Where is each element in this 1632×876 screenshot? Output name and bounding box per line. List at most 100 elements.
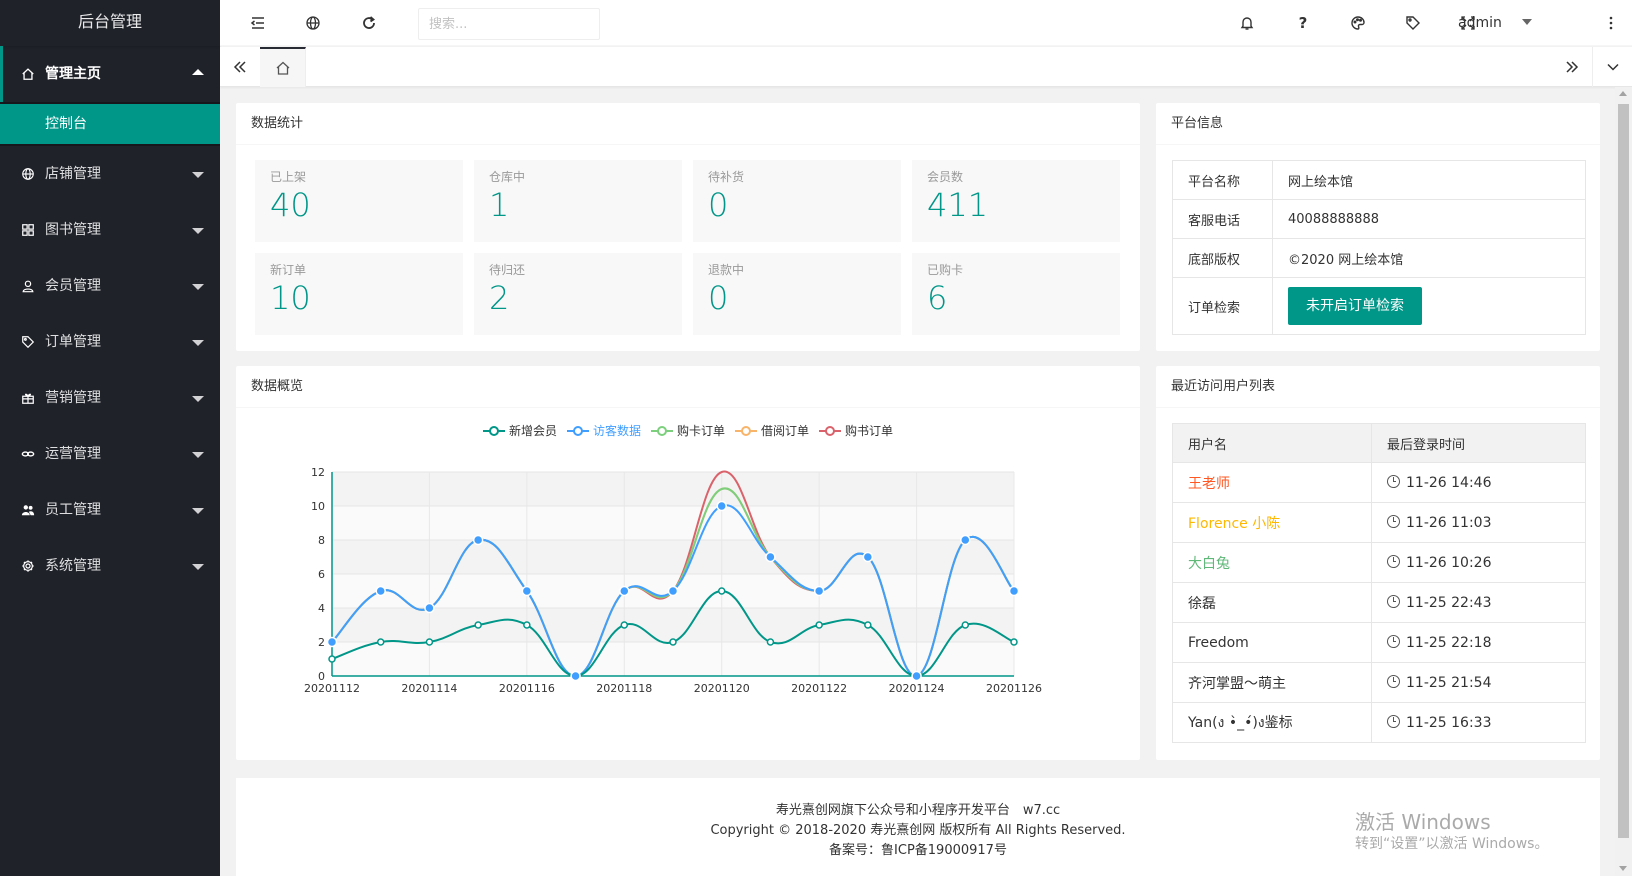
card-title: 平台信息 [1156,103,1600,145]
sidebar-item-system[interactable]: 系统管理 [0,538,220,594]
series-line [331,487,1015,678]
x-tick-label: 20201122 [791,682,847,695]
table-row: 订单检索 未开启订单检索 [1172,277,1586,335]
data-point [619,585,630,597]
stat-value: 40 [270,186,311,224]
scroll-up-arrow-icon[interactable] [1619,91,1627,96]
more-vertical-icon[interactable] [1596,0,1626,46]
clock-icon [1387,554,1400,568]
globe-icon [20,146,36,202]
legend-item[interactable]: 访客数据 [566,422,641,439]
legend-item[interactable]: 购书订单 [819,422,893,439]
sidebar-item-books[interactable]: 图书管理 [0,202,220,258]
time-text: 11-25 22:43 [1406,594,1492,611]
table-row: 大白兔 11-26 10:26 [1172,542,1586,583]
user-name: 徐磊 [1172,582,1372,623]
table-header-row: 用户名 最后登录时间 [1172,423,1586,463]
user-icon [20,258,36,314]
stat-tile: 会员数 411 [912,160,1120,242]
info-value: 网上绘本馆 [1272,160,1586,200]
data-point [425,638,434,646]
y-tick-label: 8 [318,534,325,547]
menu-toggle-icon[interactable] [243,0,273,46]
legend-label: 借阅订单 [761,424,810,438]
sidebar-item-label: 管理主页 [45,66,101,82]
order-search-button[interactable]: 未开启订单检索 [1288,287,1422,325]
info-value: ©2020 网上绘本馆 [1272,238,1586,278]
grid-band [332,608,1014,642]
bell-icon[interactable] [1232,0,1262,46]
data-point [375,585,386,597]
chart-legend: 新增会员 访客数据 购卡订单 借阅订单 购书订单 [236,422,1140,439]
legend-item[interactable]: 新增会员 [482,422,557,439]
stat-label: 待归还 [489,263,526,277]
legend-marker-icon [819,425,842,436]
theme-palette-icon[interactable] [1343,0,1373,46]
sidebar-subitem-console[interactable]: 控制台 [0,104,220,144]
info-key: 底部版权 [1172,238,1273,278]
table-row: Freedom 11-25 22:18 [1172,622,1586,663]
platform-info-card: 平台信息 平台名称 网上绘本馆 客服电话 40088888888 底部版权 ©2… [1156,103,1600,351]
legend-label: 新增会员 [508,424,557,438]
time-text: 11-25 22:18 [1406,634,1492,651]
last-login-time: 11-25 22:18 [1371,622,1586,663]
sidebar-item-orders[interactable]: 订单管理 [0,314,220,370]
tag-note-icon[interactable] [1398,0,1428,46]
sidebar-item-marketing[interactable]: 营销管理 [0,370,220,426]
tabs-menu-chevron-down-icon[interactable] [1592,47,1632,87]
table-row: 王老师 11-26 14:46 [1172,462,1586,503]
sidebar-item-store[interactable]: 店铺管理 [0,146,220,202]
legend-item[interactable]: 借阅订单 [735,422,809,439]
data-point [523,621,531,629]
time-text: 11-26 14:46 [1406,474,1492,491]
stat-tile: 仓库中 1 [474,160,682,242]
x-tick-label: 20201120 [694,682,750,695]
tab-home[interactable] [260,47,306,87]
stat-label: 已购卡 [927,263,964,277]
legend-item[interactable]: 购卡订单 [650,422,725,439]
data-point [326,636,338,648]
legend-label: 访客数据 [592,424,641,438]
group-icon [20,482,36,538]
website-globe-icon[interactable] [298,0,328,46]
sidebar-item-members[interactable]: 会员管理 [0,258,220,314]
sidebar-item-label: 员工管理 [45,502,101,518]
table-row: Florence 小陈 11-26 11:03 [1172,502,1586,543]
scrollbar-thumb[interactable] [1618,104,1629,838]
card-title: 最近访问用户列表 [1156,366,1600,408]
sidebar-item-staff[interactable]: 员工管理 [0,482,220,538]
sidebar-item-operations[interactable]: 运营管理 [0,426,220,482]
stat-label: 退款中 [708,263,745,277]
y-tick-label: 4 [318,602,325,615]
stat-value: 0 [708,186,729,224]
side-nav: 管理主页 [0,46,220,102]
y-tick-label: 0 [318,670,325,683]
card-title: 数据概览 [236,366,1140,408]
table-row: 客服电话 40088888888 [1172,199,1586,239]
tabs-scroll-right-icon[interactable] [1552,47,1592,87]
tabs-scroll-left-icon[interactable] [220,47,260,87]
link-icon [20,426,36,482]
scroll-down-arrow-icon[interactable] [1619,866,1627,871]
sidebar-item-label: 订单管理 [45,334,101,350]
caret-down-icon [192,340,204,346]
grid-band [332,506,1014,540]
caret-down-icon[interactable] [1522,19,1532,25]
series-line [331,589,1015,678]
user-menu[interactable]: admin [1458,0,1502,46]
help-icon[interactable]: ? [1288,0,1318,46]
refresh-icon[interactable] [354,0,384,46]
home-icon [276,61,289,75]
watermark-title: 激活 Windows [1355,810,1491,834]
data-point [960,534,971,546]
card-title: 数据统计 [236,103,1140,145]
sidebar-item-home[interactable]: 管理主页 [0,46,220,102]
x-tick-label: 20201114 [401,682,457,695]
time-text: 11-26 10:26 [1406,554,1492,571]
search-input[interactable] [418,8,600,40]
gift-icon [20,370,36,426]
user-name: 大白兔 [1172,542,1372,583]
clock-icon [1387,594,1400,608]
caret-down-icon [192,452,204,458]
data-point [1008,585,1020,597]
